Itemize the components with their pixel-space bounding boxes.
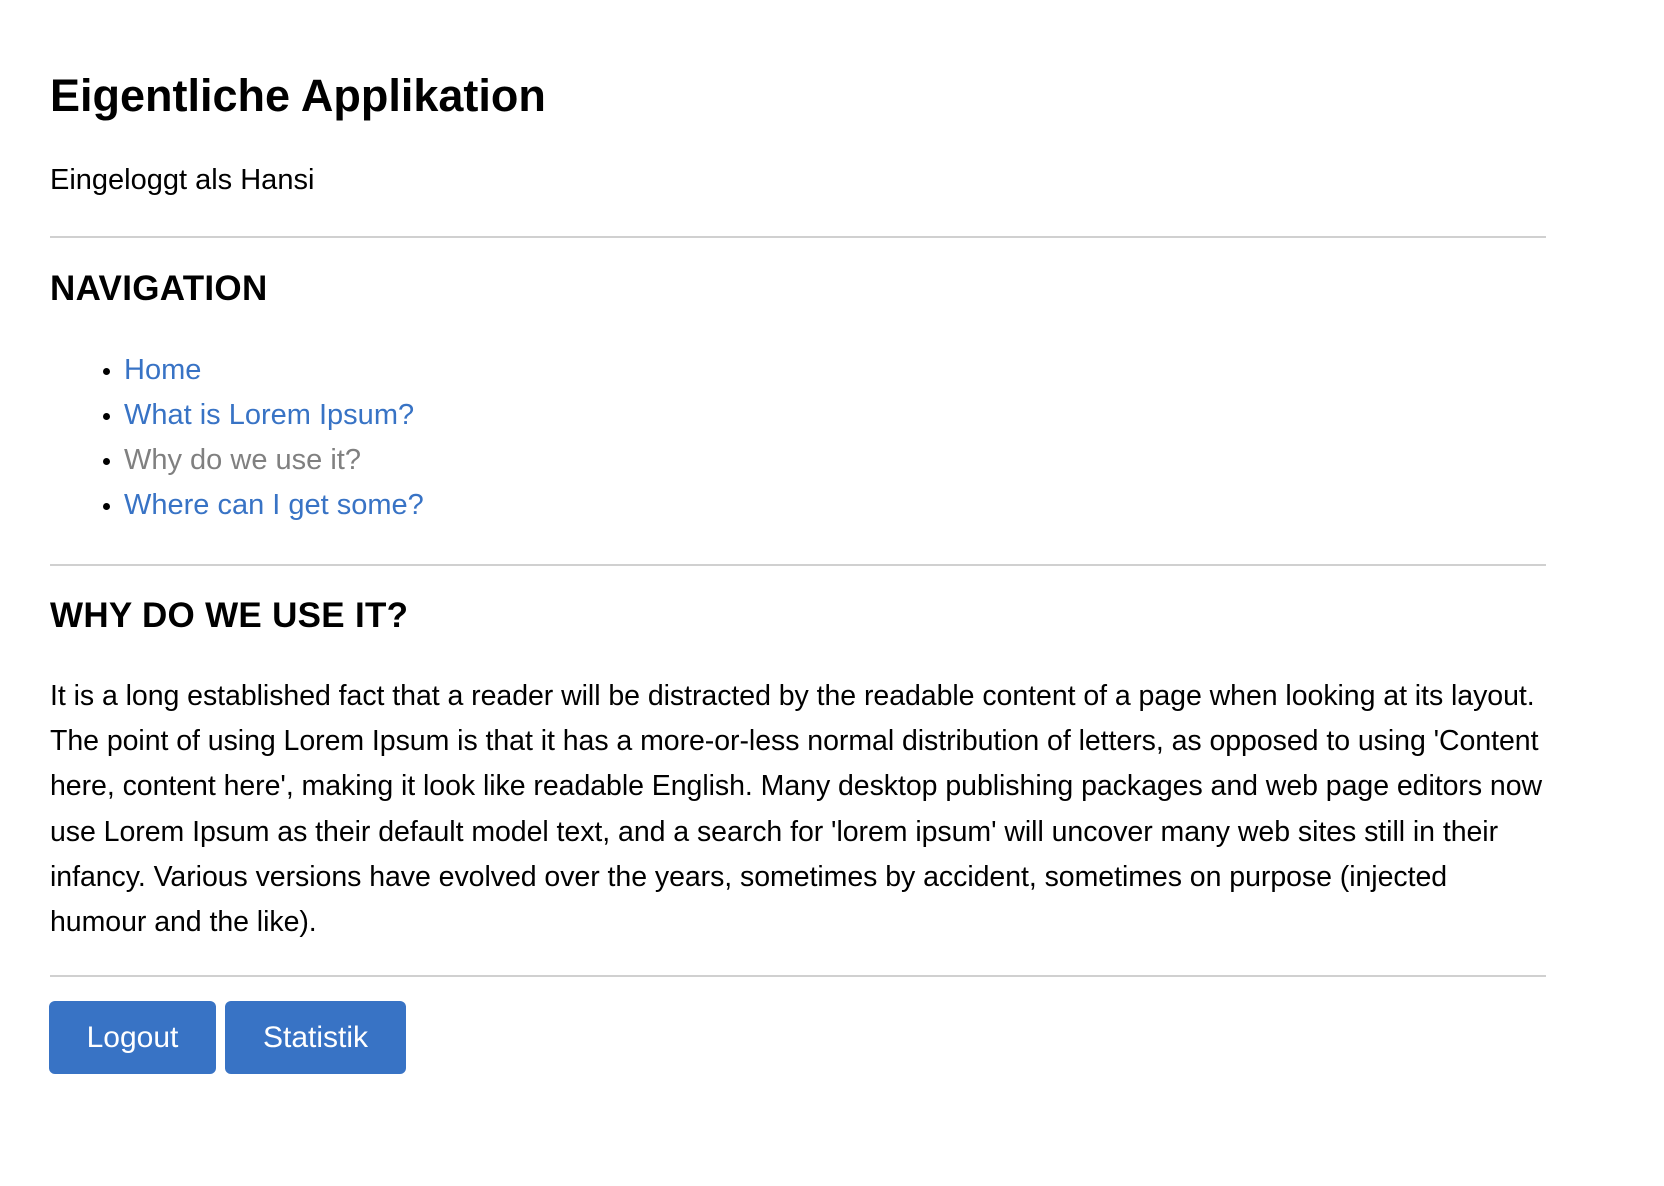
divider-content bbox=[50, 975, 1546, 977]
statistics-button[interactable]: Statistik bbox=[225, 1001, 406, 1074]
nav-link-where-can-i-get-some[interactable]: Where can I get some? bbox=[124, 489, 424, 521]
nav-link-what-is-lorem-ipsum[interactable]: What is Lorem Ipsum? bbox=[124, 399, 414, 431]
divider-navigation bbox=[50, 564, 1546, 566]
logout-button[interactable]: Logout bbox=[49, 1001, 216, 1074]
nav-item-what-is-lorem-ipsum: What is Lorem Ipsum? bbox=[124, 393, 424, 438]
content-heading: WHY DO WE USE IT? bbox=[50, 596, 409, 635]
navigation-heading: NAVIGATION bbox=[50, 269, 268, 308]
page-title: Eigentliche Applikation bbox=[50, 70, 546, 121]
nav-item-why-do-we-use-it: Why do we use it? bbox=[124, 438, 424, 483]
navigation-list: Home What is Lorem Ipsum? Why do we use … bbox=[50, 348, 424, 528]
nav-current-why-do-we-use-it: Why do we use it? bbox=[124, 444, 361, 476]
nav-item-where-can-i-get-some: Where can I get some? bbox=[124, 483, 424, 528]
nav-item-home: Home bbox=[124, 348, 424, 393]
nav-link-home[interactable]: Home bbox=[124, 354, 201, 386]
divider-header bbox=[50, 236, 1546, 238]
login-status: Eingeloggt als Hansi bbox=[50, 164, 315, 196]
content-body: It is a long established fact that a rea… bbox=[50, 680, 1543, 939]
